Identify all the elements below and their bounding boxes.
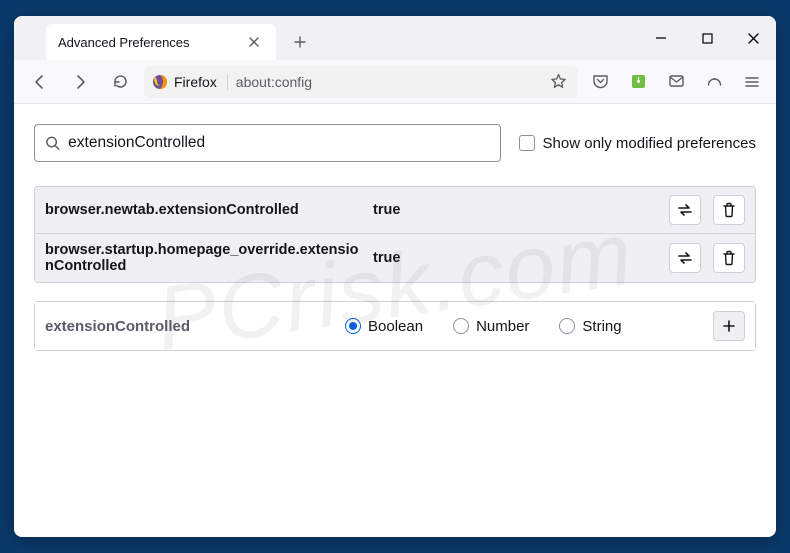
profile-icon[interactable] [700, 68, 728, 96]
plus-icon [722, 319, 736, 333]
pocket-icon[interactable] [586, 68, 614, 96]
menu-button[interactable] [738, 68, 766, 96]
radio-label: String [582, 318, 621, 335]
toggle-button[interactable] [669, 243, 701, 273]
tab-title: Advanced Preferences [58, 35, 190, 50]
new-pref-table: extensionControlled Boolean Number Strin… [34, 301, 756, 351]
close-window-button[interactable] [730, 16, 776, 60]
toggle-button[interactable] [669, 195, 701, 225]
browser-window: Advanced Preferences [14, 16, 776, 537]
delete-button[interactable] [713, 243, 745, 273]
back-button[interactable] [24, 66, 56, 98]
radio-number[interactable]: Number [453, 318, 529, 335]
new-pref-name: extensionControlled [45, 318, 345, 335]
toolbar-icons [586, 68, 766, 96]
forward-button[interactable] [64, 66, 96, 98]
pref-value: true [365, 202, 400, 218]
tab-close-button[interactable] [244, 32, 264, 52]
toggle-icon [676, 251, 694, 265]
checkbox-icon[interactable] [519, 135, 535, 151]
trash-icon [722, 202, 736, 218]
pref-name: browser.startup.homepage_override.extens… [45, 242, 365, 274]
add-pref-button[interactable] [713, 311, 745, 341]
pref-actions [669, 195, 745, 225]
identity-box[interactable]: Firefox [152, 74, 228, 90]
show-modified-toggle[interactable]: Show only modified preferences [519, 135, 756, 152]
radio-icon [559, 318, 575, 334]
delete-button[interactable] [713, 195, 745, 225]
minimize-button[interactable] [638, 16, 684, 60]
trash-icon [722, 250, 736, 266]
radio-label: Number [476, 318, 529, 335]
pref-value: true [365, 250, 400, 266]
pref-actions [669, 243, 745, 273]
toggle-icon [676, 203, 694, 217]
preferences-table: browser.newtab.extensionControlled true … [34, 186, 756, 283]
inbox-icon[interactable] [662, 68, 690, 96]
reload-button[interactable] [104, 66, 136, 98]
about-config-content: Show only modified preferences browser.n… [14, 104, 776, 371]
titlebar: Advanced Preferences [14, 16, 776, 60]
extension-icon[interactable] [624, 68, 652, 96]
radio-string[interactable]: String [559, 318, 621, 335]
search-icon [45, 135, 60, 151]
browser-tab[interactable]: Advanced Preferences [46, 24, 276, 60]
search-input[interactable] [68, 134, 489, 152]
url-text: about:config [236, 74, 312, 90]
pref-row: browser.startup.homepage_override.extens… [35, 234, 755, 282]
address-bar[interactable]: Firefox about:config [144, 66, 578, 98]
new-pref-row: extensionControlled Boolean Number Strin… [35, 302, 755, 350]
new-tab-button[interactable] [286, 28, 314, 56]
radio-label: Boolean [368, 318, 423, 335]
search-row: Show only modified preferences [34, 124, 756, 162]
type-radio-group: Boolean Number String [345, 318, 713, 335]
bookmark-star-icon[interactable] [546, 70, 570, 94]
radio-icon [453, 318, 469, 334]
search-box[interactable] [34, 124, 501, 162]
radio-icon [345, 318, 361, 334]
pref-name: browser.newtab.extensionControlled [45, 202, 365, 218]
firefox-logo-icon [152, 74, 168, 90]
radio-boolean[interactable]: Boolean [345, 318, 423, 335]
window-controls [638, 16, 776, 60]
toolbar: Firefox about:config [14, 60, 776, 104]
identity-label: Firefox [174, 74, 217, 90]
maximize-button[interactable] [684, 16, 730, 60]
show-modified-label: Show only modified preferences [543, 135, 756, 152]
pref-row: browser.newtab.extensionControlled true [35, 187, 755, 234]
